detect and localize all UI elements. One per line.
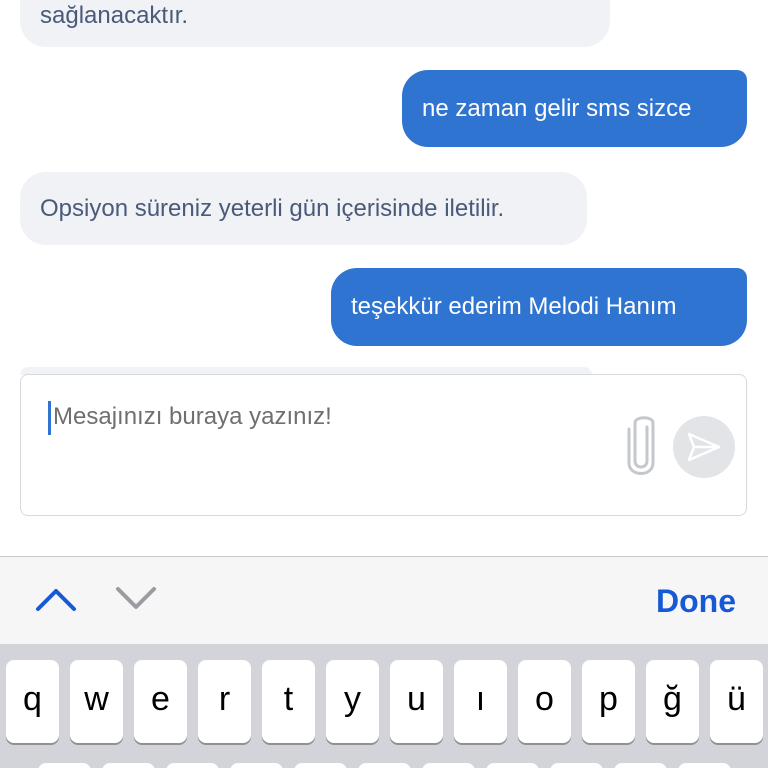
key[interactable]: [550, 763, 603, 773]
message-text: ne zaman gelir sms sizce: [422, 95, 692, 122]
message-composer[interactable]: Mesajınızı buraya yazınız!: [20, 374, 747, 516]
key-t[interactable]: t: [262, 660, 315, 743]
key[interactable]: [294, 763, 347, 773]
key[interactable]: [422, 763, 475, 773]
incoming-message: sağlanacaktır.: [20, 0, 610, 47]
key-p[interactable]: p: [582, 660, 635, 743]
key-o[interactable]: o: [518, 660, 571, 743]
keyboard: q w e r t y u ı o p ğ ü: [0, 644, 768, 773]
outgoing-message: ne zaman gelir sms sizce: [402, 70, 747, 147]
key[interactable]: [102, 763, 155, 773]
key-e[interactable]: e: [134, 660, 187, 743]
key[interactable]: [166, 763, 219, 773]
key-u-umlaut[interactable]: ü: [710, 660, 763, 743]
chevron-up-icon[interactable]: [32, 579, 80, 619]
chevron-down-icon[interactable]: [112, 579, 160, 619]
key-g-breve[interactable]: ğ: [646, 660, 699, 743]
key-w[interactable]: w: [70, 660, 123, 743]
send-button[interactable]: [673, 416, 735, 478]
keyboard-toolbar: Done: [0, 556, 768, 645]
paperclip-icon[interactable]: [623, 415, 659, 479]
send-icon: [687, 432, 721, 462]
done-button[interactable]: Done: [656, 583, 736, 620]
message-text: sağlanacaktır.: [40, 2, 189, 29]
key[interactable]: [358, 763, 411, 773]
outgoing-message: teşekkür ederim Melodi Hanım: [331, 268, 747, 346]
key[interactable]: [614, 763, 667, 773]
key[interactable]: [486, 763, 539, 773]
text-caret: [48, 401, 51, 435]
incoming-message: Opsiyon süreniz yeterli gün içerisinde i…: [20, 172, 587, 245]
key[interactable]: [38, 763, 91, 773]
message-text: Opsiyon süreniz yeterli gün içerisinde i…: [40, 195, 505, 222]
key[interactable]: [678, 763, 731, 773]
key-u[interactable]: u: [390, 660, 443, 743]
message-text: teşekkür ederim Melodi Hanım: [351, 293, 677, 320]
key-dotless-i[interactable]: ı: [454, 660, 507, 743]
key-y[interactable]: y: [326, 660, 379, 743]
message-input-placeholder[interactable]: Mesajınızı buraya yazınız!: [53, 403, 332, 431]
key-q[interactable]: q: [6, 660, 59, 743]
key-r[interactable]: r: [198, 660, 251, 743]
key[interactable]: [230, 763, 283, 773]
